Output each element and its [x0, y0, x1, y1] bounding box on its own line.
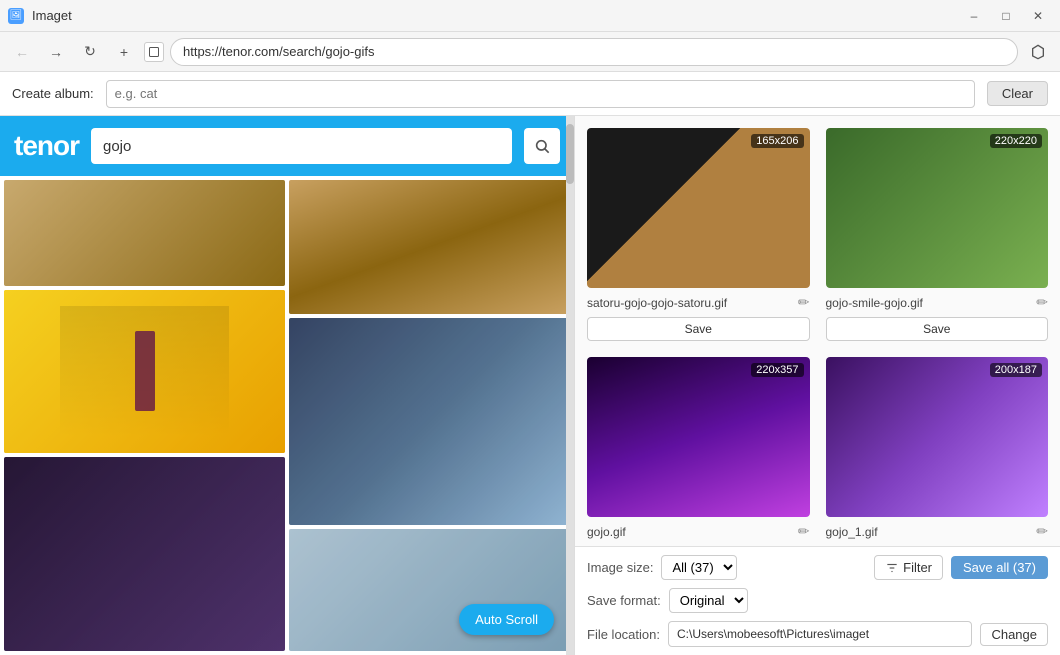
image-name: gojo.gif — [587, 525, 792, 539]
image-dimensions: 220x357 — [751, 363, 803, 377]
image-thumbnail[interactable]: 200x187 — [826, 357, 1049, 517]
save-all-button[interactable]: Save all (37) — [951, 556, 1048, 579]
edit-icon[interactable]: ✏ — [798, 294, 810, 311]
app-title: Imaget — [32, 8, 72, 23]
clear-button[interactable]: Clear — [987, 81, 1048, 106]
image-name: gojo-smile-gojo.gif — [826, 296, 1031, 310]
tenor-search-input[interactable] — [91, 128, 512, 164]
window-controls: – □ ✕ — [960, 6, 1052, 26]
image-thumbnail[interactable]: 220x220 — [826, 128, 1049, 288]
image-size-select[interactable]: All (37) — [661, 555, 737, 580]
image-size-label: Image size: — [587, 560, 653, 575]
bottom-controls: Image size: All (37) Filter Save all (37… — [575, 546, 1060, 655]
close-button[interactable]: ✕ — [1024, 6, 1052, 26]
images-grid: 165x206 satoru-gojo-gojo-satoru.gif ✏ Sa… — [575, 116, 1060, 546]
titlebar: 🖼 Imaget – □ ✕ — [0, 0, 1060, 32]
image-card: 220x220 gojo-smile-gojo.gif ✏ Save — [826, 128, 1049, 341]
edit-icon[interactable]: ✏ — [798, 523, 810, 540]
image-name: satoru-gojo-gojo-satoru.gif — [587, 296, 792, 310]
image-card: 220x357 gojo.gif ✏ Save — [587, 357, 810, 546]
gif-column-left — [4, 180, 285, 651]
image-info: gojo.gif ✏ — [587, 523, 810, 540]
bookmark-button[interactable] — [1024, 38, 1052, 66]
list-item[interactable] — [289, 180, 570, 314]
forward-button[interactable]: → — [42, 38, 70, 66]
tenor-search-button[interactable] — [524, 128, 560, 164]
back-button[interactable]: ← — [8, 38, 36, 66]
list-item[interactable] — [4, 180, 285, 286]
filter-button[interactable]: Filter — [874, 555, 943, 580]
app-bar: Create album: Clear — [0, 72, 1060, 116]
save-button[interactable]: Save — [826, 317, 1049, 341]
change-button[interactable]: Change — [980, 623, 1048, 646]
edit-icon[interactable]: ✏ — [1036, 523, 1048, 540]
list-item[interactable] — [4, 457, 285, 651]
new-tab-button[interactable]: + — [110, 38, 138, 66]
image-info: satoru-gojo-gojo-satoru.gif ✏ — [587, 294, 810, 311]
refresh-button[interactable]: ↻ — [76, 38, 104, 66]
maximize-button[interactable]: □ — [992, 6, 1020, 26]
image-thumbnail[interactable]: 165x206 — [587, 128, 810, 288]
image-info: gojo-smile-gojo.gif ✏ — [826, 294, 1049, 311]
address-bar[interactable] — [170, 38, 1018, 66]
gif-column-right — [289, 180, 570, 651]
image-dimensions: 220x220 — [990, 134, 1042, 148]
browser-bar: ← → ↻ + — [0, 32, 1060, 72]
gif-grid — [0, 176, 574, 655]
album-label: Create album: — [12, 86, 94, 101]
titlebar-left: 🖼 Imaget — [8, 8, 72, 24]
image-dimensions: 200x187 — [990, 363, 1042, 377]
main-content: tenor — [0, 116, 1060, 655]
minimize-button[interactable]: – — [960, 6, 988, 26]
location-row: File location: Change — [587, 621, 1048, 647]
list-item[interactable] — [289, 318, 570, 525]
left-panel: tenor — [0, 116, 575, 655]
save-format-select[interactable]: Original — [669, 588, 748, 613]
filter-label: Filter — [903, 560, 932, 575]
edit-icon[interactable]: ✏ — [1036, 294, 1048, 311]
app-icon: 🖼 — [8, 8, 24, 24]
file-location-label: File location: — [587, 627, 660, 642]
list-item[interactable] — [4, 290, 285, 453]
save-button[interactable]: Save — [587, 317, 810, 341]
file-location-input[interactable] — [668, 621, 972, 647]
image-card: 200x187 gojo_1.gif ✏ Save — [826, 357, 1049, 546]
size-row: Image size: All (37) Filter Save all (37… — [587, 555, 1048, 580]
image-thumbnail[interactable]: 220x357 — [587, 357, 810, 517]
image-name: gojo_1.gif — [826, 525, 1031, 539]
image-card: 165x206 satoru-gojo-gojo-satoru.gif ✏ Sa… — [587, 128, 810, 341]
format-row: Save format: Original — [587, 588, 1048, 613]
tenor-logo: tenor — [14, 130, 79, 162]
image-dimensions: 165x206 — [751, 134, 803, 148]
address-icon[interactable] — [144, 42, 164, 62]
tenor-header: tenor — [0, 116, 574, 176]
auto-scroll-button[interactable]: Auto Scroll — [459, 604, 554, 635]
image-info: gojo_1.gif ✏ — [826, 523, 1049, 540]
album-input[interactable] — [106, 80, 975, 108]
save-format-label: Save format: — [587, 593, 661, 608]
right-panel: 165x206 satoru-gojo-gojo-satoru.gif ✏ Sa… — [575, 116, 1060, 655]
